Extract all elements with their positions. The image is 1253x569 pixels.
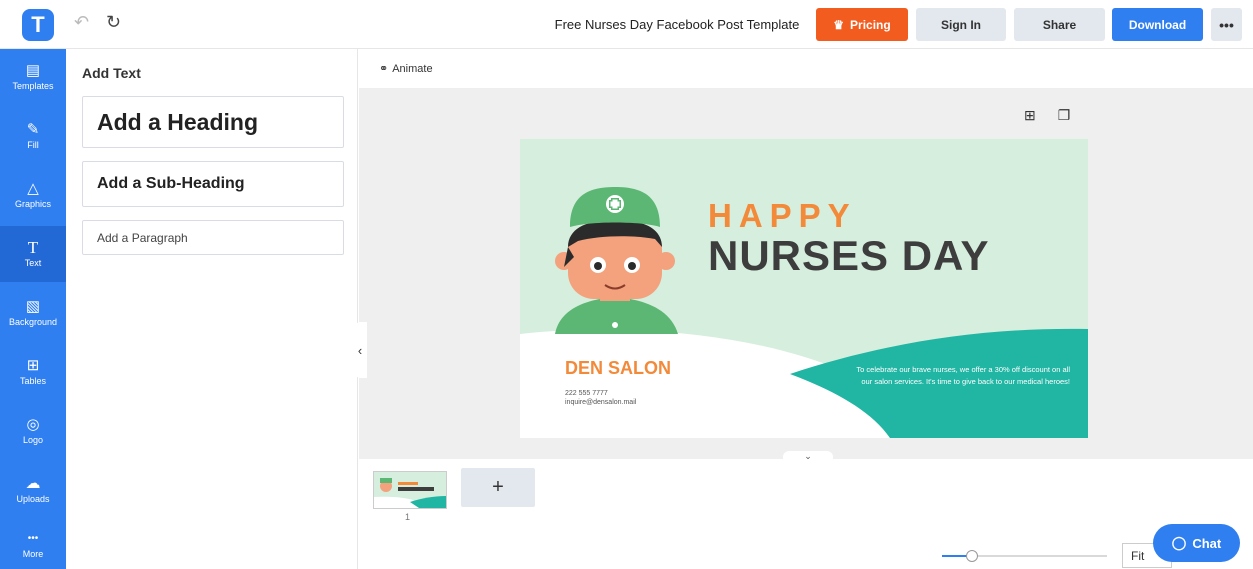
download-button[interactable]: Download — [1112, 8, 1203, 41]
top-bar: T ↶ ↻ Free Nurses Day Facebook Post Temp… — [0, 0, 1253, 49]
more-options-button[interactable]: ••• — [1211, 8, 1242, 41]
pages-strip: 1 + Fit — [359, 459, 1253, 569]
zoom-slider[interactable] — [942, 550, 1107, 562]
chat-button[interactable]: ◯ Chat — [1153, 524, 1240, 562]
editor-toolbar: ⚭ Animate — [359, 49, 1253, 89]
pricing-label: Pricing — [850, 17, 891, 32]
design-salon-name[interactable]: DEN SALON — [565, 358, 671, 379]
sidebar-item-logo[interactable]: ◎ Logo — [0, 403, 66, 459]
crown-icon: ♛ — [833, 17, 845, 32]
page-number: 1 — [405, 512, 411, 522]
sidebar-item-label: Templates — [12, 81, 54, 91]
design-heading-nurses-day[interactable]: NURSES DAY — [708, 232, 990, 280]
shapes-icon: △ — [27, 180, 39, 197]
sidebar-item-uploads[interactable]: ☁ Uploads — [0, 462, 66, 518]
sidebar-item-label: Text — [24, 258, 42, 268]
sidebar-item-templates[interactable]: ▤ Templates — [0, 49, 66, 105]
design-email: inquire@densalon.mail — [565, 399, 637, 406]
app-logo[interactable]: T — [22, 9, 54, 41]
templates-icon: ▤ — [25, 62, 41, 79]
animate-label: Animate — [392, 62, 433, 75]
add-subheading-button[interactable]: Add a Sub-Heading — [82, 161, 344, 207]
add-page-icon[interactable]: ⊞ — [1024, 107, 1036, 124]
sidebar-item-label: Logo — [22, 435, 44, 445]
redo-icon[interactable]: ↻ — [106, 12, 121, 33]
sidebar-item-graphics[interactable]: △ Graphics — [0, 167, 66, 223]
add-heading-button[interactable]: Add a Heading — [82, 96, 344, 148]
animate-button[interactable]: ⚭ Animate — [379, 62, 433, 76]
animate-icon: ⚭ — [379, 63, 389, 75]
sidebar-item-label: Tables — [19, 376, 46, 386]
duplicate-page-icon[interactable]: ❐ — [1058, 107, 1071, 124]
design-canvas[interactable]: HAPPY NURSES DAY DEN SALON 222 555 7777 … — [520, 139, 1088, 438]
panel-title: Add Text — [82, 65, 141, 81]
sidebar-item-tables[interactable]: ⊞ Tables — [0, 344, 66, 400]
text-panel: Add Text Add a Heading Add a Sub-Heading… — [66, 49, 358, 569]
design-phone: 222 555 7777 — [565, 390, 608, 397]
design-contact[interactable]: 222 555 7777 inquire@densalon.mail — [565, 389, 636, 407]
sidebar-item-label: Graphics — [14, 199, 51, 209]
design-heading-happy[interactable]: HAPPY — [708, 197, 857, 235]
chat-bubble-icon: ◯ — [1171, 535, 1187, 550]
add-paragraph-button[interactable]: Add a Paragraph — [82, 220, 344, 255]
more-icon: ••• — [27, 533, 39, 544]
page-thumbnail[interactable] — [373, 471, 447, 509]
logo-icon: ◎ — [26, 416, 40, 433]
left-sidebar: ▤ Templates ✎ Fill △ Graphics T Text ▧ B… — [0, 49, 66, 569]
collapse-panel-button[interactable]: ‹ — [353, 322, 367, 378]
document-title[interactable]: Free Nurses Day Facebook Post Template — [540, 17, 814, 32]
share-button[interactable]: Share — [1014, 8, 1105, 41]
table-icon: ⊞ — [26, 357, 40, 374]
upload-icon: ☁ — [25, 475, 41, 492]
undo-icon[interactable]: ↶ — [74, 12, 89, 33]
text-icon: T — [27, 238, 39, 257]
pricing-button[interactable]: ♛ Pricing — [816, 8, 908, 41]
sign-in-button[interactable]: Sign In — [916, 8, 1006, 41]
thumbnail-preview — [374, 478, 446, 508]
sidebar-item-label: Background — [8, 317, 58, 327]
sidebar-item-fill[interactable]: ✎ Fill — [0, 108, 66, 164]
design-promo-text[interactable]: To celebrate our brave nurses, we offer … — [850, 364, 1070, 388]
background-icon: ▧ — [25, 298, 41, 315]
add-page-button[interactable]: + — [461, 468, 535, 507]
zoom-slider-handle[interactable] — [965, 550, 978, 562]
chat-label: Chat — [1192, 535, 1222, 551]
sidebar-item-more[interactable]: ••• More — [0, 521, 66, 569]
sidebar-item-text[interactable]: T Text — [0, 226, 66, 282]
sidebar-item-label: More — [22, 549, 44, 559]
nurse-shoulders — [555, 297, 678, 334]
brush-icon: ✎ — [26, 121, 40, 138]
sidebar-item-label: Uploads — [16, 494, 50, 504]
sidebar-item-label: Fill — [27, 140, 39, 150]
sidebar-item-background[interactable]: ▧ Background — [0, 285, 66, 341]
